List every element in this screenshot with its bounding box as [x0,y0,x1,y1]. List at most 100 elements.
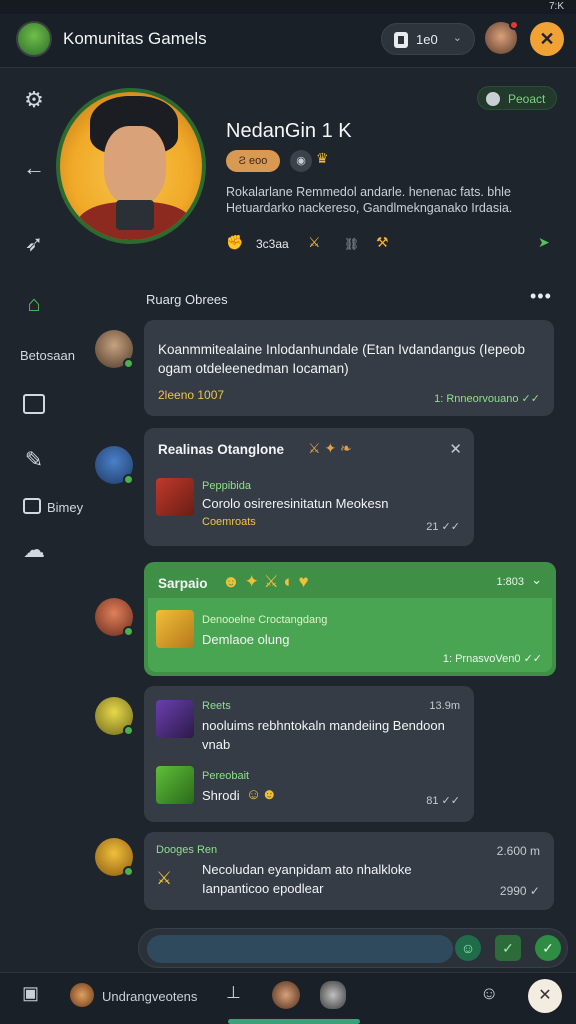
message-meta: Coemroats [202,516,256,528]
message-time: 21 ✓✓ [426,521,460,533]
message-avatar[interactable] [95,598,134,637]
attachment-icon[interactable]: ✓ [495,935,521,961]
message-card-highlighted[interactable]: Sarpaio ☻ ✦ ⚔ ◐ ♥ 1:803 ⌄ Denooelne Croc… [144,562,556,676]
message-text: Corolo osireresinitatun Meokesn [202,496,389,511]
home-indicator [228,1019,360,1024]
message-time: 1: Rnneorvouano ✓✓ [434,393,540,405]
message-composer: ☺ ✓ ✓ [138,928,568,968]
community-logo [16,21,52,57]
send-button[interactable]: ✓ [535,935,561,961]
message-card[interactable]: Realinas Otanglone ⚔ ✦ ❧ ✕ Peppibida Cor… [144,428,474,546]
document-counter-dropdown[interactable]: 1e0 ⌄ [381,23,475,55]
message-text: Demlaoe olung [202,632,290,647]
emoji-icons: ☺☻ [246,786,278,803]
rail-label-bimey[interactable]: Bimey [47,500,83,515]
message-avatar[interactable] [95,446,134,485]
reaction-icons: ☻ ✦ ⚔ ◐ ♥ [222,572,309,591]
anchor-icon[interactable]: ⊥ [226,983,241,1003]
fist-icon: ✊ [226,234,244,250]
reaction-icons: ⚔ ✦ ❧ [308,440,352,456]
game-thumbnail [156,766,194,804]
message-text: nooluims rebhntokaln mandeiing Bendoon v… [202,718,445,752]
game-thumbnail [156,610,194,648]
send-icon[interactable]: ➤ [538,234,550,251]
message-text-2: Shrodi [202,788,240,803]
message-avatar[interactable] [95,838,134,877]
edit-icon[interactable]: ✎ [20,446,48,474]
message-time-top: 2.600 m [496,844,540,858]
message-text: Necoludan eyanpidam ato nhalkloke Ianpan… [202,862,412,896]
game-thumbnail [156,700,194,738]
document-count: 1e0 [416,32,438,47]
bottom-nav-label[interactable]: Undrangveotens [102,989,197,1004]
message-card[interactable]: Reets 13.9m nooluims rebhntokaln mandeii… [144,686,474,822]
badge-label: Peoact [508,92,546,106]
message-sender: Peppibida [202,480,251,492]
settings-button[interactable]: ✕ [528,979,562,1013]
game-thumbnail [156,478,194,516]
message-title: Realinas Otanglone [158,442,285,457]
player-avatar[interactable] [70,983,94,1007]
weapon-icon: ⚔ [156,868,173,888]
rail-label-betosaan[interactable]: Betosaan [20,348,75,363]
message-card[interactable]: Koanmmitealaine Inlodanhundale (Etan Ivd… [144,320,554,416]
trophy-icon: ♛ [316,150,329,166]
message-sender: Reets [202,700,231,712]
robot-icon[interactable]: ▣ [22,983,39,1004]
home-icon[interactable]: ⌂ [20,290,48,318]
message-text: Koanmmitealaine Inlodanhundale (Etan Ivd… [158,342,526,376]
rank-icon: ◉ [290,150,312,172]
message-time-top: 1:803 [496,576,524,588]
back-arrow-icon[interactable]: ← [20,154,48,182]
message-avatar[interactable] [95,697,134,736]
gear-icon[interactable]: ⚙ [20,86,48,114]
chart-icon[interactable] [23,394,45,414]
close-button[interactable]: ✕ [530,22,564,56]
message-avatar[interactable] [95,330,134,369]
stat-value: 3c3aa [256,237,289,251]
emoji-icon[interactable]: ☺ [455,935,481,961]
bottom-nav: ▣ Undrangveotens ⊥ ☺ ✕ [0,972,576,1024]
message-time: 1: PrnasvoVen0 ✓✓ [442,653,542,665]
profile-bio: Rokalarlane Remmedol andarle. henenac fa… [226,185,513,215]
message-time-top: 13.9m [429,700,460,712]
rank-label: Ƨ eoo [238,155,268,167]
sword-icon: ⚔ [308,234,321,250]
message-title: Sarpaio [158,576,208,591]
message-sender: Dooges Ren [156,844,218,856]
more-options-icon[interactable]: ••• [530,286,552,307]
app-title: Komunitas Gamels [63,29,207,48]
message-time: 2990 ✓ [499,884,540,898]
chevron-down-icon[interactable]: ⌄ [531,572,542,588]
character-avatar[interactable] [320,981,346,1009]
message-sender: Denooelne Croctangdang [202,614,328,626]
status-time: 7:K [548,1,564,12]
chevron-down-icon: ⌄ [452,32,462,44]
profile-badge[interactable]: Peoact [477,86,557,110]
chat-icon[interactable]: ☺ [480,983,498,1004]
user-avatar[interactable] [485,20,519,54]
hammer-icon: ⚒ [376,234,389,250]
mail-icon[interactable] [23,498,41,514]
profile-name: NedanGin 1 K [226,120,352,142]
profile-stats: ✊ 3c3aa ⚔ ⛓ ⚒ ➤ [226,234,556,256]
message-time: 81 ✓✓ [426,795,460,807]
close-icon[interactable]: ✕ [449,440,462,458]
notification-dot [509,20,519,30]
badge-icon [486,92,500,106]
document-icon [394,32,408,48]
rank-pill: Ƨ eoo [226,150,280,172]
message-sender-2: Pereobait [202,770,250,782]
status-bar: 7:K [0,0,576,14]
profile-portrait [56,88,206,246]
message-input[interactable] [147,935,453,963]
hero-avatar [56,88,206,244]
section-title: Ruarg Obrees [146,292,228,307]
top-app-bar: Komunitas Gamels 1e0 ⌄ ✕ [0,14,576,68]
cloud-icon[interactable]: ☁ [20,536,48,564]
message-card[interactable]: Dooges Ren 2.600 m ⚔ Necoludan eyanpidam… [144,832,554,910]
profile-avatar[interactable] [272,981,300,1009]
message-meta: 2leeno 1007 [158,388,225,402]
rocket-icon[interactable]: ➶ [20,230,48,258]
link-icon: ⛓ [344,237,360,251]
